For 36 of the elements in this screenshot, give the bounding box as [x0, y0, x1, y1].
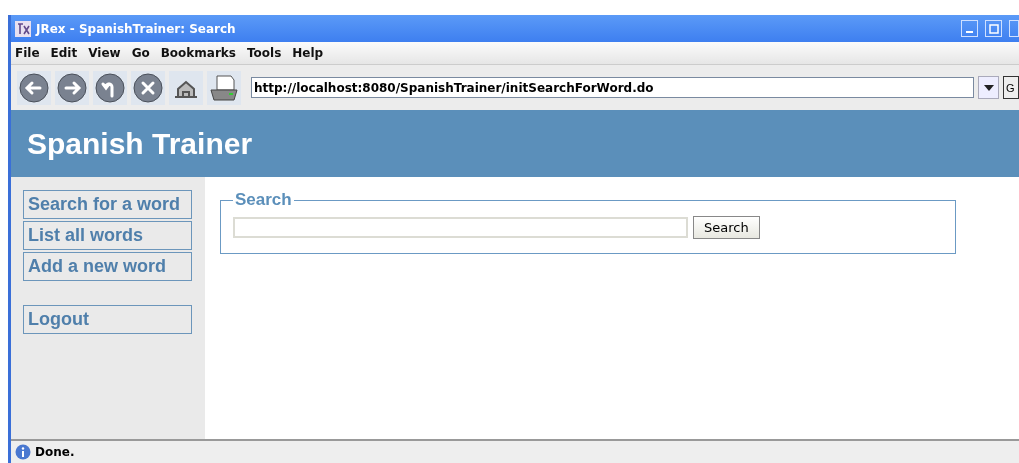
menu-item[interactable]: Tools: [247, 46, 282, 60]
print-button[interactable]: [207, 70, 241, 105]
nav-link[interactable]: Search for a word: [23, 190, 192, 219]
panel-legend: Search: [233, 190, 294, 210]
menu-item[interactable]: Bookmarks: [160, 46, 236, 60]
address-field[interactable]: http://localhost:8080/SpanishTrainer/initSearchForWord.do: [251, 77, 974, 98]
dropdown-button[interactable]: [978, 76, 999, 99]
search-field[interactable]: [233, 217, 688, 238]
info-icon: [15, 444, 31, 460]
menu-item[interactable]: File: [15, 46, 40, 60]
menu-item[interactable]: Go: [131, 46, 150, 60]
cross-icon: [133, 72, 163, 103]
search-button[interactable]: Search: [693, 216, 760, 239]
nav-link[interactable]: Logout: [23, 305, 192, 334]
nav-link[interactable]: Add a new word: [23, 252, 192, 281]
reload-button[interactable]: [93, 70, 127, 105]
maximize-button[interactable]: [985, 20, 1002, 37]
go-button[interactable]: G: [1003, 76, 1019, 99]
menu-item[interactable]: Edit: [50, 46, 78, 60]
minimize-icon: [966, 31, 973, 33]
site-title: Spanish Trainer: [27, 126, 253, 161]
status-text: Done.: [35, 445, 76, 459]
menu-item[interactable]: View: [88, 46, 121, 60]
forward-button[interactable]: [55, 70, 89, 105]
minimize-button[interactable]: [961, 20, 978, 37]
menu-item[interactable]: Help: [292, 46, 324, 60]
nav-link[interactable]: List all words: [23, 221, 192, 250]
stop-button[interactable]: [131, 70, 165, 105]
close-button[interactable]: [1009, 20, 1019, 37]
home-button[interactable]: [169, 70, 203, 105]
app-logo-icon: [15, 20, 31, 37]
printer-icon: [209, 73, 239, 102]
back-button[interactable]: [17, 70, 51, 105]
maximize-icon: [988, 23, 999, 34]
caret-icon: [983, 84, 994, 91]
window-title: JRex - SpanishTrainer: Search: [36, 21, 237, 36]
